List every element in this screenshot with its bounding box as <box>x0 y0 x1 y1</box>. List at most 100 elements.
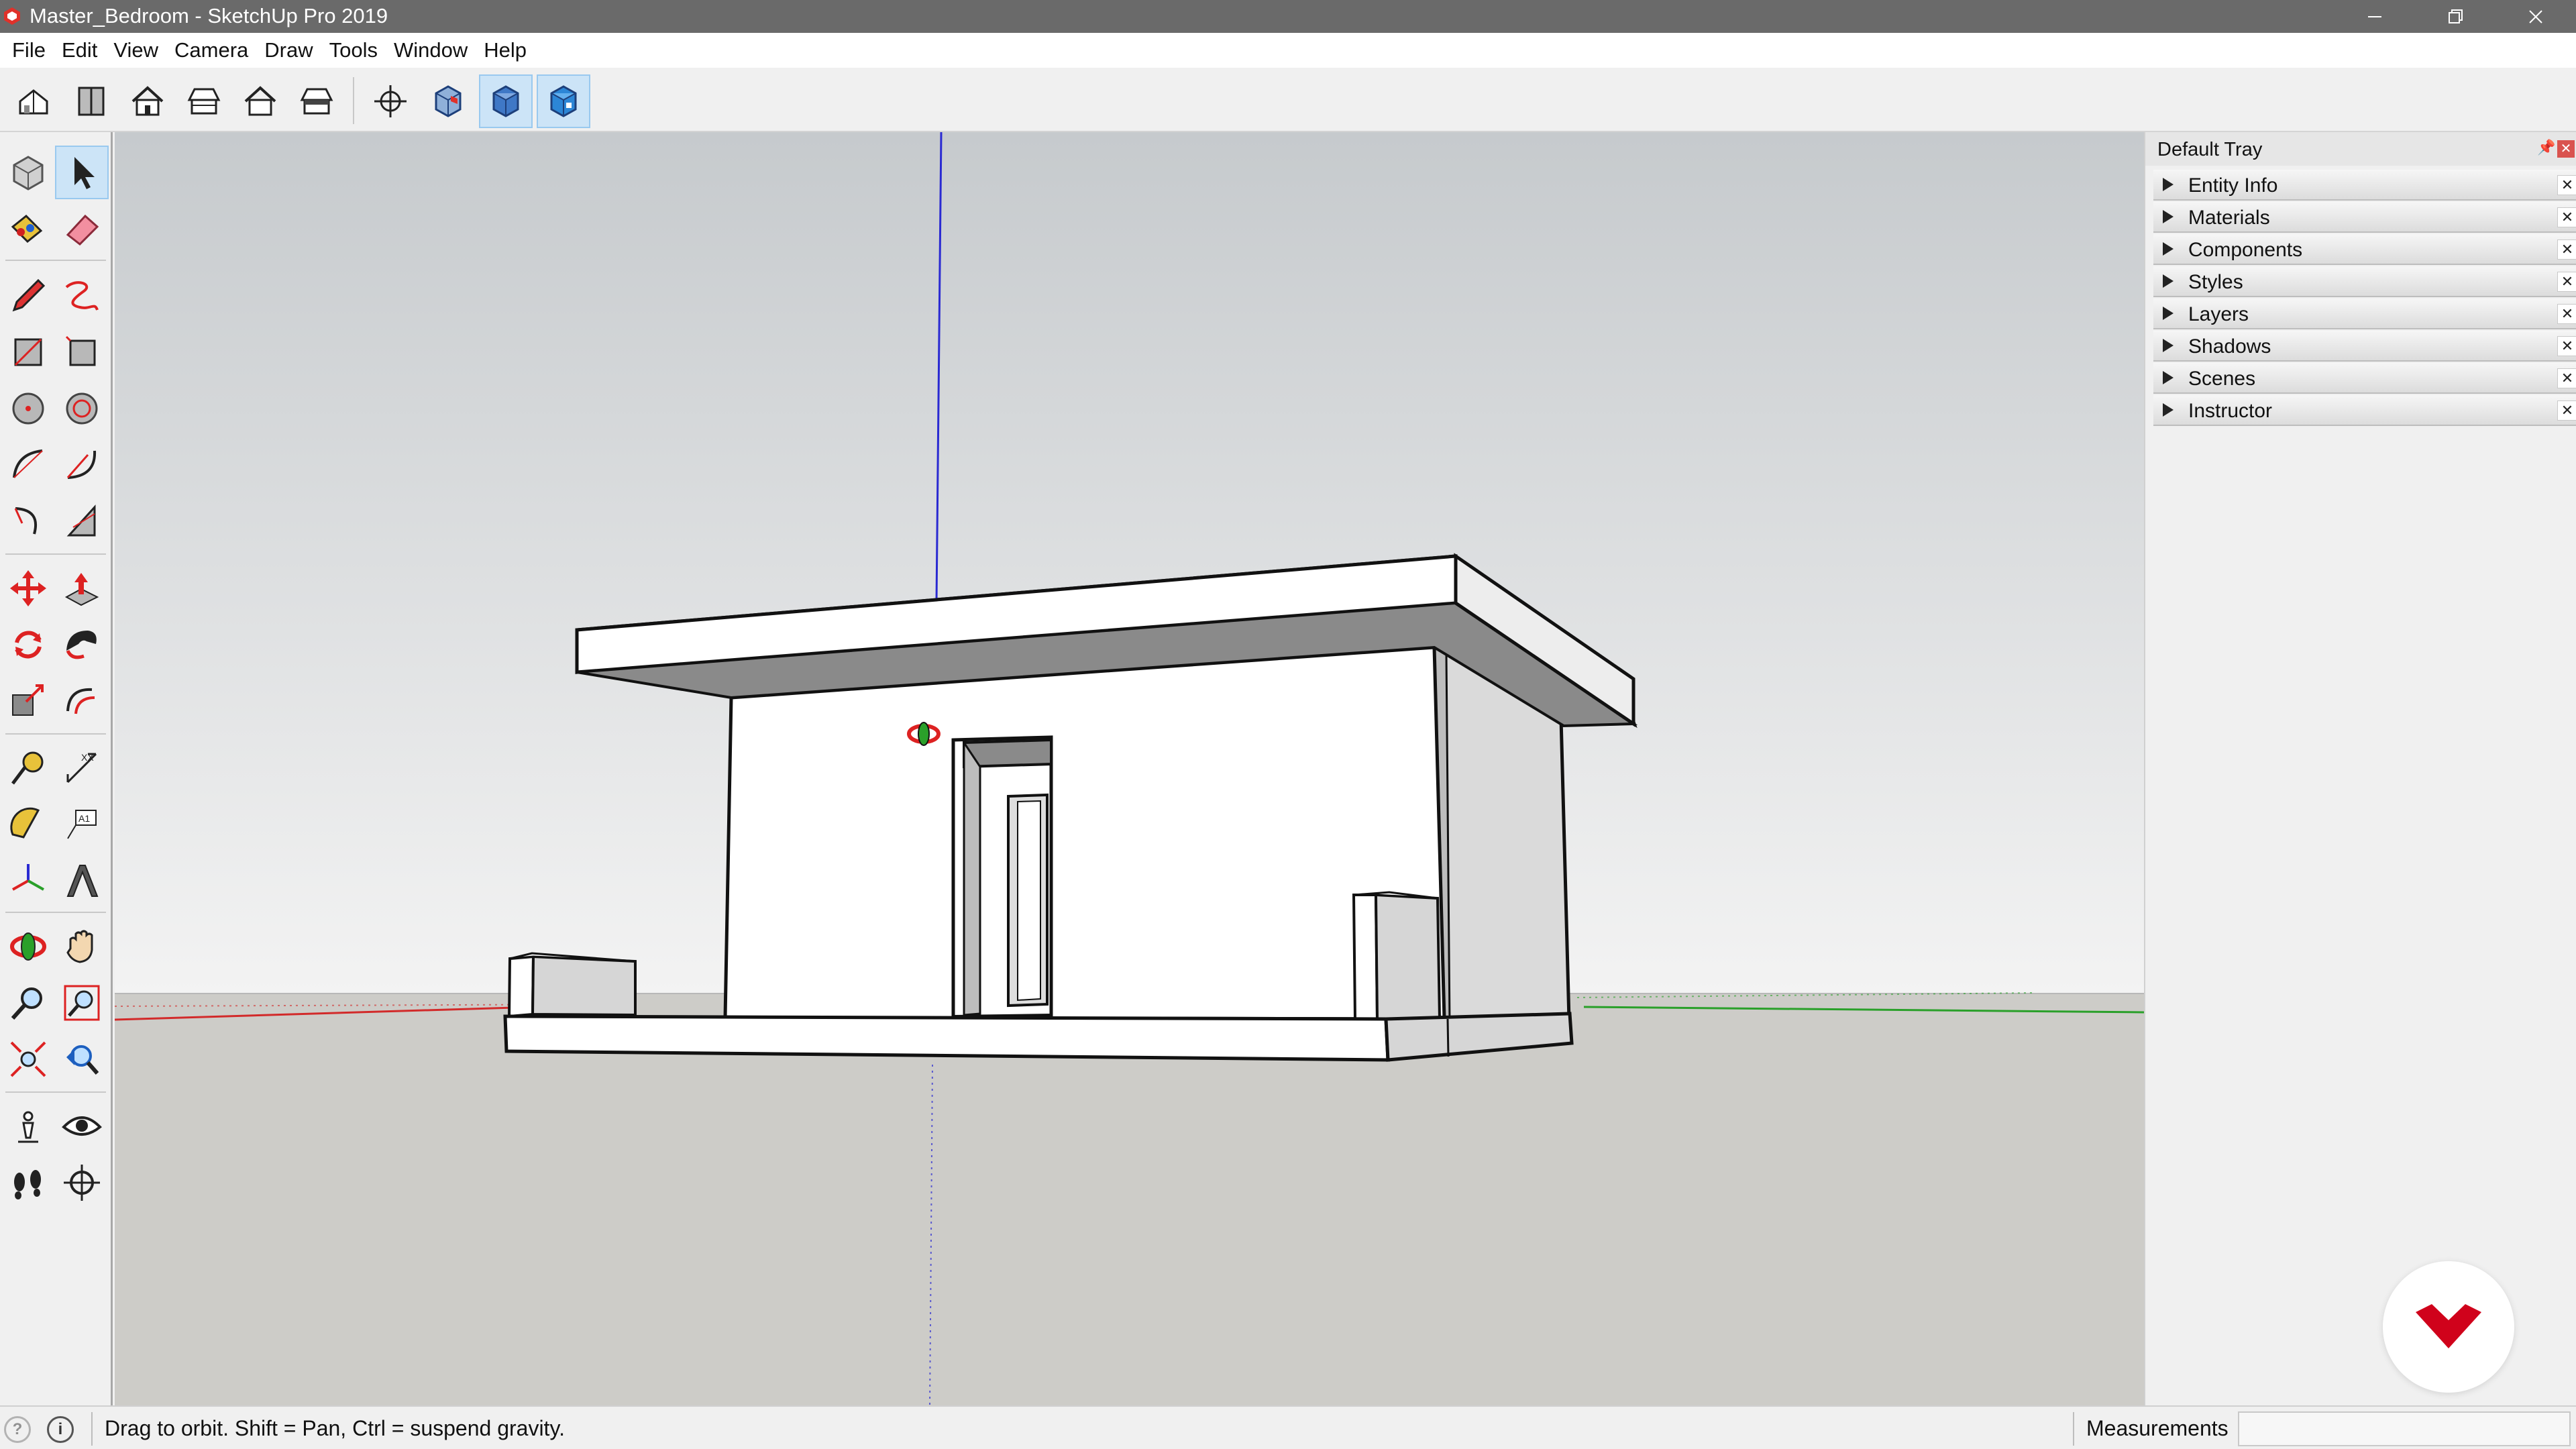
geolocation-icon[interactable]: ? <box>4 1416 31 1443</box>
panel-close-button[interactable]: ✕ <box>2557 336 2576 356</box>
menu-draw[interactable]: Draw <box>256 33 321 68</box>
look-around-tool[interactable] <box>55 1099 109 1153</box>
close-window-button[interactable] <box>2496 0 2576 33</box>
line-tool[interactable] <box>1 269 55 323</box>
3d-text-tool[interactable] <box>55 854 109 908</box>
expand-triangle-icon[interactable] <box>2163 178 2174 191</box>
position-camera-tool[interactable] <box>1 1099 55 1153</box>
tray-close-button[interactable]: ✕ <box>2557 140 2575 158</box>
rotate-tool[interactable] <box>1 618 55 672</box>
pie-tool[interactable] <box>55 494 109 548</box>
top-view-button[interactable] <box>64 74 118 128</box>
text-label-icon: A1 <box>67 810 97 839</box>
panel-shadows[interactable]: Shadows ✕ <box>2153 331 2576 362</box>
move-tool[interactable] <box>1 561 55 615</box>
panel-close-button[interactable]: ✕ <box>2557 304 2576 324</box>
freehand-tool[interactable] <box>55 269 109 323</box>
polygon-tool[interactable] <box>55 382 109 435</box>
protractor-tool[interactable] <box>1 798 55 851</box>
instructor-info-icon[interactable]: i <box>47 1416 74 1443</box>
text-tool[interactable]: A1 <box>55 798 109 851</box>
orbit-icon <box>10 932 46 961</box>
panel-close-button[interactable]: ✕ <box>2557 368 2576 388</box>
menu-edit[interactable]: Edit <box>54 33 105 68</box>
zoom-tool[interactable] <box>1 976 55 1030</box>
section-plane-tool[interactable] <box>55 1156 109 1210</box>
scene-canvas[interactable] <box>115 132 2144 1405</box>
menu-help[interactable]: Help <box>476 33 535 68</box>
measurements-input[interactable] <box>2238 1411 2571 1446</box>
eraser-tool[interactable] <box>55 202 109 256</box>
panel-layers[interactable]: Layers ✕ <box>2153 299 2576 329</box>
restore-button[interactable] <box>2415 0 2496 33</box>
panel-instructor[interactable]: Instructor ✕ <box>2153 395 2576 426</box>
axes-tool[interactable] <box>1 854 55 908</box>
expand-triangle-icon[interactable] <box>2163 242 2174 256</box>
back-view-button[interactable] <box>233 74 287 128</box>
menu-file[interactable]: File <box>4 33 54 68</box>
left-parapet-front <box>507 955 535 1018</box>
select-tool[interactable] <box>55 146 109 199</box>
panel-components[interactable]: Components ✕ <box>2153 234 2576 265</box>
expand-triangle-icon[interactable] <box>2163 339 2174 352</box>
panel-materials[interactable]: Materials ✕ <box>2153 202 2576 233</box>
panel-styles[interactable]: Styles ✕ <box>2153 266 2576 297</box>
panel-close-button[interactable]: ✕ <box>2557 239 2576 260</box>
front-view-button[interactable] <box>121 74 174 128</box>
pan-tool[interactable] <box>55 920 109 973</box>
brand-logo-mark-icon <box>2416 1304 2481 1348</box>
previous-view-tool[interactable] <box>55 1032 109 1086</box>
left-view-button[interactable] <box>290 74 343 128</box>
menu-tools[interactable]: Tools <box>321 33 386 68</box>
xray-button[interactable] <box>364 74 417 128</box>
rectangle-tool[interactable] <box>1 325 55 379</box>
expand-triangle-icon[interactable] <box>2163 210 2174 223</box>
dimension-tool[interactable]: XX <box>55 741 109 795</box>
make-component-tool[interactable] <box>1 146 55 199</box>
panel-close-button[interactable]: ✕ <box>2557 207 2576 227</box>
wireframe-button[interactable] <box>421 74 475 128</box>
scale-tool[interactable] <box>1 674 55 728</box>
panel-label: Layers <box>2188 303 2249 325</box>
pin-icon[interactable]: 📌 <box>2537 139 2555 158</box>
walk-tool[interactable] <box>1 1156 55 1210</box>
shaded-textures-button[interactable] <box>537 74 590 128</box>
minimize-button[interactable] <box>2334 0 2415 33</box>
2-point-arc-tool[interactable] <box>55 438 109 492</box>
palette-separator <box>5 553 106 555</box>
expand-triangle-icon[interactable] <box>2163 307 2174 320</box>
rotated-rectangle-tool[interactable] <box>55 325 109 379</box>
push-pull-tool[interactable] <box>55 561 109 615</box>
close-icon <box>2529 9 2542 23</box>
zoom-window-tool[interactable] <box>55 976 109 1030</box>
scale-icon <box>12 684 44 716</box>
orbit-tool[interactable] <box>1 920 55 973</box>
measurements-label: Measurements <box>2086 1416 2229 1440</box>
menu-camera[interactable]: Camera <box>166 33 256 68</box>
panel-scenes[interactable]: Scenes ✕ <box>2153 363 2576 394</box>
tape-measure-tool[interactable] <box>1 741 55 795</box>
modeling-viewport[interactable] <box>115 132 2144 1405</box>
arc-tool[interactable] <box>1 438 55 492</box>
expand-triangle-icon[interactable] <box>2163 403 2174 417</box>
panel-close-button[interactable]: ✕ <box>2557 272 2576 292</box>
expand-triangle-icon[interactable] <box>2163 274 2174 288</box>
iso-view-button[interactable] <box>7 74 60 128</box>
expand-triangle-icon[interactable] <box>2163 371 2174 384</box>
large-tool-set-palette: XX A1 <box>0 132 113 1405</box>
offset-tool[interactable] <box>55 674 109 728</box>
panel-close-button[interactable]: ✕ <box>2557 175 2576 195</box>
panel-entity-info[interactable]: Entity Info ✕ <box>2153 170 2576 201</box>
menu-view[interactable]: View <box>105 33 166 68</box>
make-component-icon <box>13 156 44 191</box>
3-point-arc-tool[interactable] <box>1 494 55 548</box>
shaded-button[interactable] <box>479 74 533 128</box>
panel-close-button[interactable]: ✕ <box>2557 400 2576 421</box>
follow-me-tool[interactable] <box>55 618 109 672</box>
right-view-button[interactable] <box>177 74 231 128</box>
zoom-window-icon <box>64 985 100 1021</box>
menu-window[interactable]: Window <box>386 33 476 68</box>
circle-tool[interactable] <box>1 382 55 435</box>
paint-bucket-tool[interactable] <box>1 202 55 256</box>
zoom-extents-tool[interactable] <box>1 1032 55 1086</box>
